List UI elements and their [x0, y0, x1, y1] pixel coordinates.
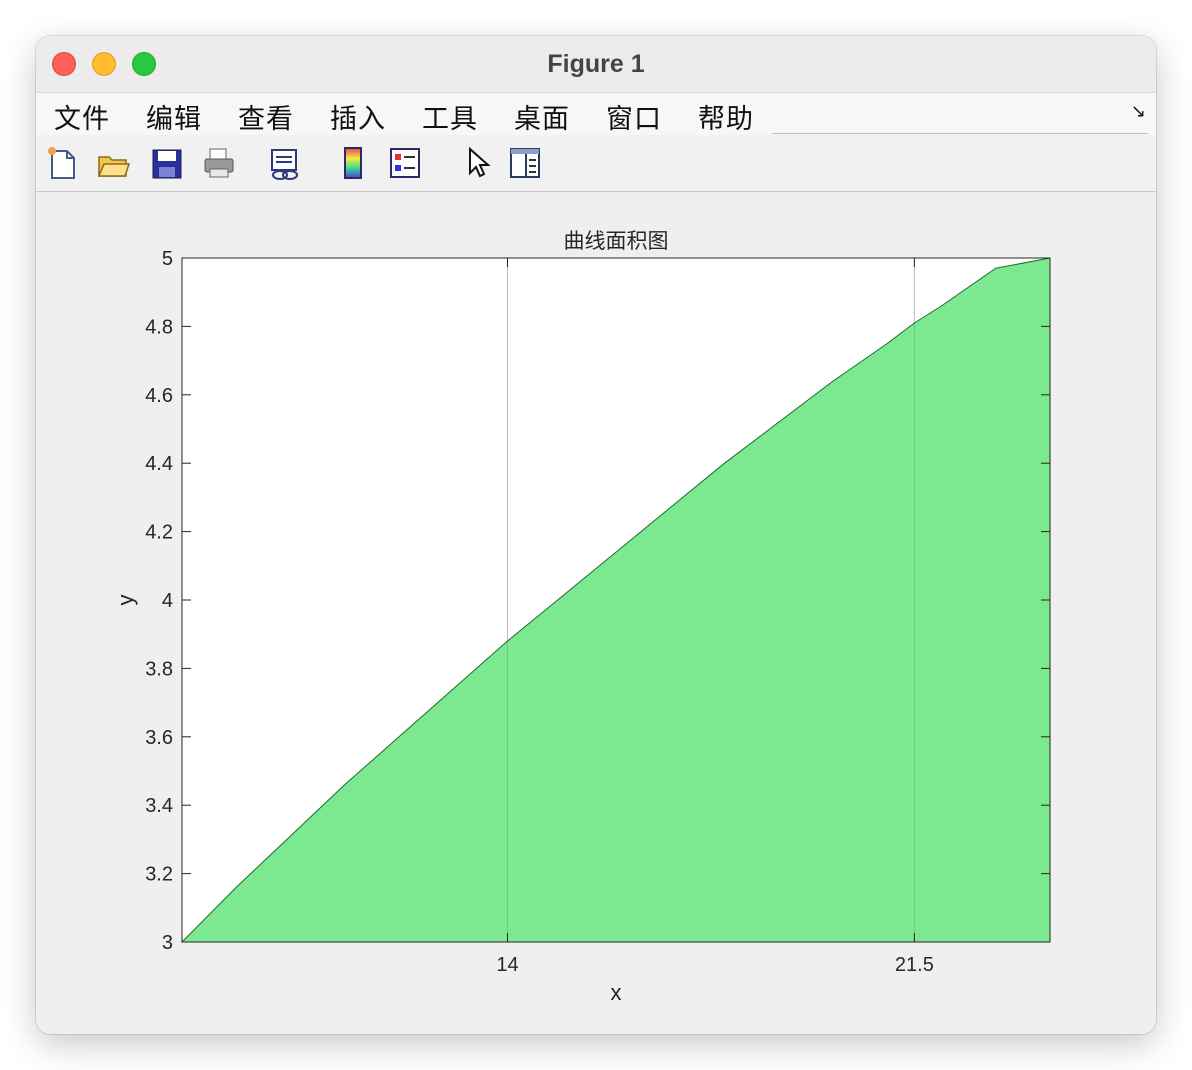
x-axis-label: x [611, 980, 622, 1005]
menu-separator [772, 133, 1148, 134]
menu-edit[interactable]: 编辑 [146, 97, 202, 136]
new-figure-icon[interactable] [46, 145, 80, 181]
colorbar-icon[interactable] [336, 145, 370, 181]
menu-bar: 文件 编辑 查看 插入 工具 桌面 窗口 帮助 ↘ [36, 92, 1156, 135]
menu-help[interactable]: 帮助 [698, 97, 754, 136]
save-icon[interactable] [150, 145, 184, 181]
y-tick-label: 3.8 [145, 658, 173, 680]
menu-tools[interactable]: 工具 [422, 97, 478, 136]
x-tick-label: 14 [496, 954, 518, 976]
y-tick-label: 4.8 [145, 316, 173, 338]
y-tick-labels: 3 3.2 3.4 3.6 3.8 4 4.2 4.4 4.6 4.8 5 [145, 248, 173, 954]
figure-canvas[interactable]: 14 21.5 3 3.2 3.4 3.6 3.8 4 4.2 4.4 4.6 4.8 5 曲线面积图… [36, 192, 1156, 1034]
area-chart: 14 21.5 3 3.2 3.4 3.6 3.8 4 4.2 4.4 4.6 4.8 5 曲线面积图… [113, 230, 1051, 1005]
y-tick-label: 5 [162, 248, 173, 270]
dock-arrow-icon[interactable]: ↘ [1131, 101, 1146, 122]
chart-title: 曲线面积图 [564, 230, 669, 253]
figure-toolbar [36, 135, 1156, 192]
y-tick-label: 4.2 [145, 522, 173, 544]
window-title: Figure 1 [547, 50, 645, 78]
y-tick-label: 3 [162, 932, 173, 954]
x-tick-labels: 14 21.5 [496, 954, 933, 976]
title-bar[interactable]: Figure 1 [36, 36, 1156, 92]
link-plot-icon[interactable] [268, 145, 302, 181]
legend-icon[interactable] [388, 145, 422, 181]
y-tick-label: 3.4 [145, 795, 173, 817]
y-tick-label: 3.6 [145, 727, 173, 749]
print-icon[interactable] [202, 145, 236, 181]
x-tick-label: 21.5 [895, 954, 934, 976]
menu-view[interactable]: 查看 [238, 97, 294, 136]
menu-window[interactable]: 窗口 [606, 97, 662, 136]
menu-desktop[interactable]: 桌面 [514, 97, 570, 136]
y-axis-label: y [113, 595, 138, 606]
figure-window: Figure 1 文件 编辑 查看 插入 工具 桌面 窗口 帮助 ↘ 14 21… [36, 36, 1156, 1034]
y-tick-label: 4.6 [145, 385, 173, 407]
menu-file[interactable]: 文件 [54, 97, 110, 136]
menu-insert[interactable]: 插入 [330, 97, 386, 136]
y-tick-label: 3.2 [145, 864, 173, 886]
open-file-icon[interactable] [96, 145, 130, 181]
pointer-icon[interactable] [460, 145, 494, 181]
y-tick-label: 4 [162, 590, 173, 612]
y-tick-label: 4.4 [145, 453, 173, 475]
property-editor-icon[interactable] [508, 145, 542, 181]
